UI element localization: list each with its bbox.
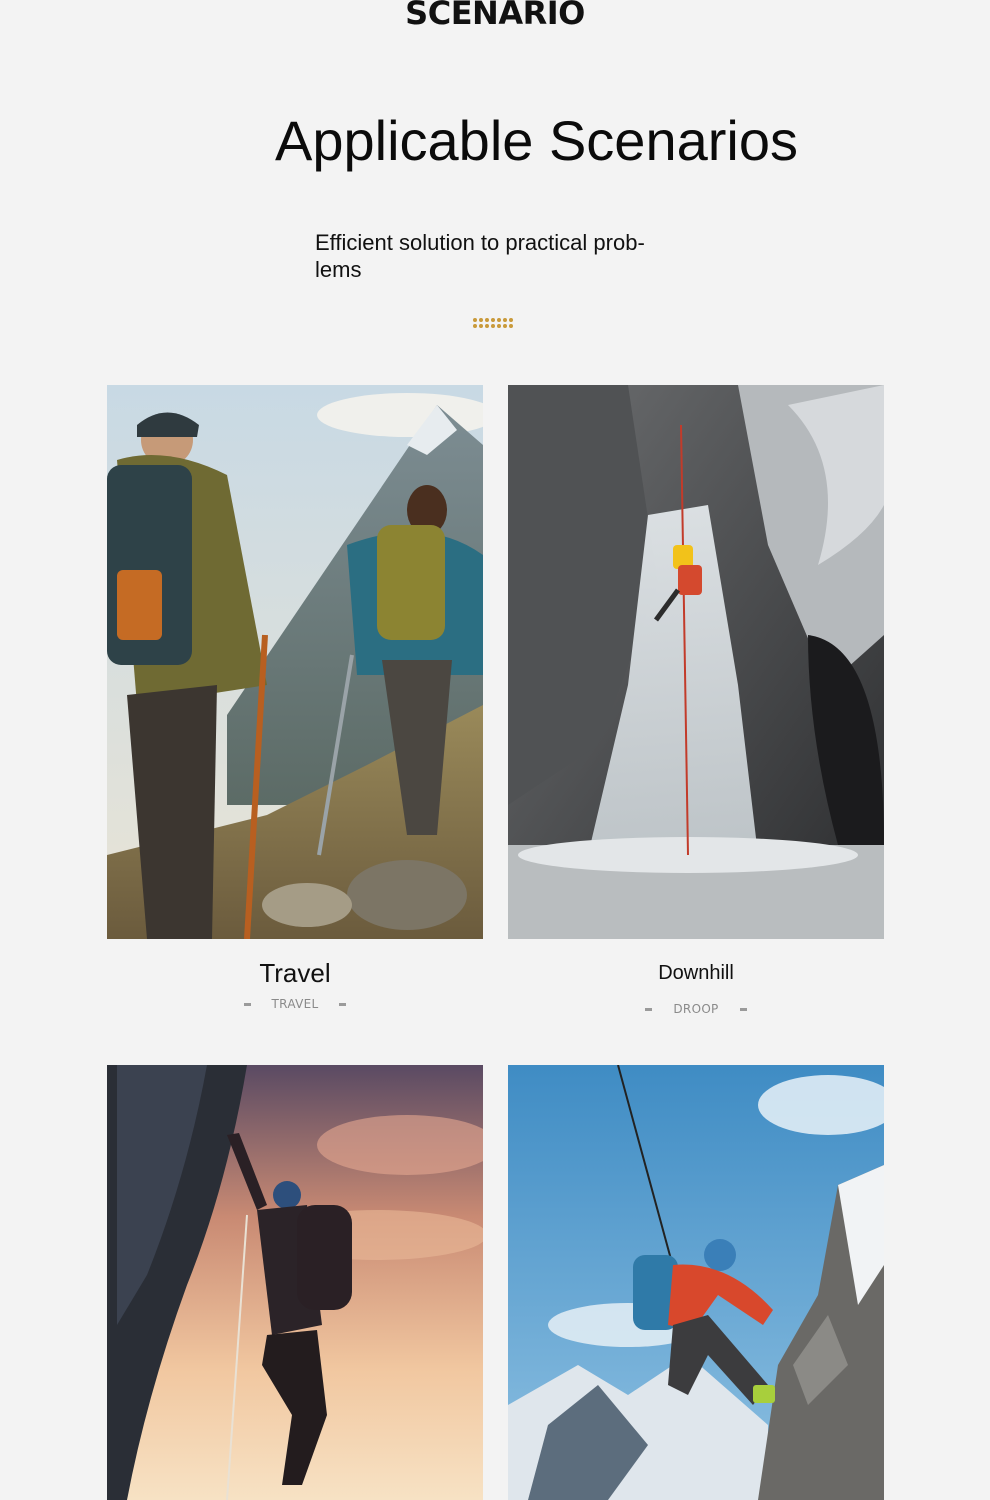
brand-logo: SCENARIO — [405, 0, 585, 32]
dash-left — [243, 1003, 251, 1006]
scenario-title-downhill: Downhill — [658, 962, 734, 984]
dash-left — [645, 1008, 653, 1011]
page-subtitle: Efficient solution to practical prob- le… — [315, 230, 645, 282]
scenario-subtitle-travel: TRAVEL — [107, 997, 483, 1011]
rock-climber-sunset-image — [107, 1065, 483, 1500]
scenario-card-alpine-image[interactable] — [508, 1065, 884, 1500]
hikers-mountain-image — [107, 385, 483, 939]
scenario-subtitle-downhill: DROOP — [508, 1002, 884, 1016]
dash-right — [739, 1008, 747, 1011]
alpine-climber-image — [508, 1065, 884, 1500]
scenario-card-travel-image[interactable] — [107, 385, 483, 939]
dash-right — [339, 1003, 347, 1006]
waterfall-rappel-image — [508, 385, 884, 939]
page-title: Applicable Scenarios — [275, 109, 798, 172]
decorative-dots — [473, 318, 513, 328]
scenario-title-travel: Travel — [259, 958, 331, 988]
scenario-card-climbing-image[interactable] — [107, 1065, 483, 1500]
scenario-card-downhill-image[interactable] — [508, 385, 884, 939]
